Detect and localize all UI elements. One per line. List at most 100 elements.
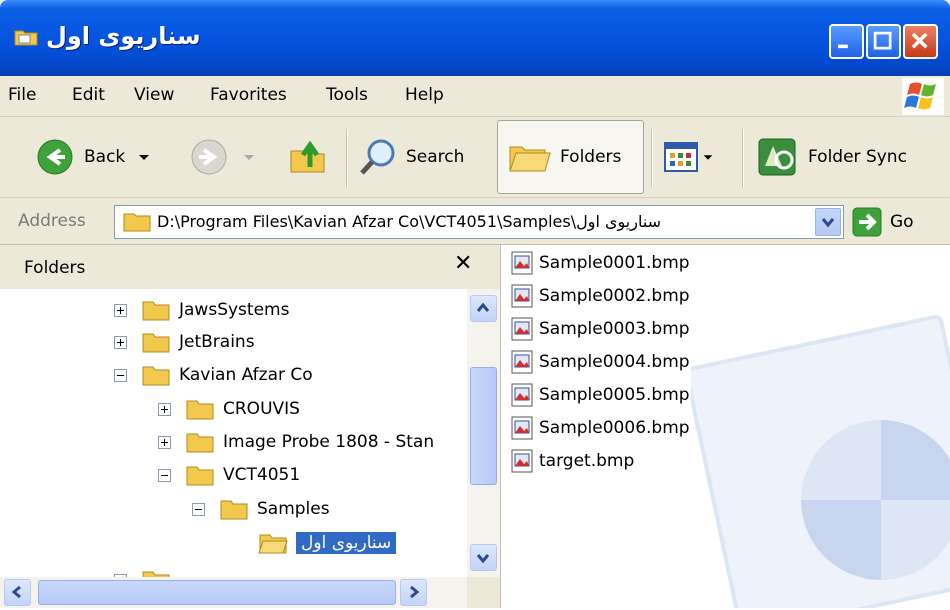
file-item[interactable]: Sample0004.bmp [509,346,690,378]
folder-icon [123,213,151,232]
tree-label: Samples [257,499,330,519]
up-folder-button[interactable] [288,117,328,197]
tree-node-kavian-afzar-co[interactable]: Kavian Afzar Co [114,359,313,391]
back-button[interactable]: Back [36,117,151,197]
forward-button[interactable] [190,117,256,197]
scroll-down-button[interactable] [470,544,497,571]
maximize-button[interactable] [866,24,901,59]
address-input[interactable]: D:\Program Files\Kavian Afzar Co\VCT4051… [114,205,844,239]
tree-node-selected[interactable]: سناریوی اول [258,527,397,559]
folders-label: Folders [560,147,622,167]
tree-node-samples[interactable]: Samples [192,493,330,525]
collapse-icon[interactable] [114,368,127,382]
chevron-down-icon[interactable] [242,152,256,162]
menu-edit[interactable]: Edit [72,85,105,105]
bitmap-file-icon [511,449,533,473]
file-name: Sample0002.bmp [539,286,690,306]
tree-node-jetbrains[interactable]: JetBrains [114,326,255,358]
chevron-left-icon [11,585,21,599]
menu-tools[interactable]: Tools [326,85,368,105]
file-name: Sample0004.bmp [539,352,690,372]
horizontal-scrollbar[interactable] [0,577,467,608]
tree-node-image-probe[interactable]: Image Probe 1808 - Stan [158,426,434,458]
scroll-thumb[interactable] [470,367,497,485]
scroll-up-button[interactable] [470,295,497,322]
file-item[interactable]: target.bmp [509,445,634,477]
chevron-down-icon[interactable] [702,152,714,162]
toolbar-separator [742,129,744,187]
tree-label: VCT4051 [223,465,301,485]
chevron-down-icon[interactable] [137,152,151,162]
expand-icon[interactable] [114,335,127,349]
tree-label: CROUVIS [223,399,300,419]
search-icon [360,139,395,175]
close-icon[interactable]: ✕ [454,251,472,276]
bitmap-file-icon [511,416,533,440]
folder-sync-button[interactable]: Folder Sync [756,117,907,197]
chevron-down-icon [476,554,490,564]
folder-tree[interactable]: JawsSystems JetBrains Kavian Afzar Co CR… [0,289,467,577]
tree-label: JetBrains [179,332,255,352]
tree-node-jawssystems[interactable]: JawsSystems [114,294,289,326]
address-label: Address [18,211,86,231]
tree-node-vct4051[interactable]: VCT4051 [158,459,300,491]
forward-arrow-icon [191,139,227,175]
expand-icon[interactable] [158,435,171,449]
address-path: D:\Program Files\Kavian Afzar Co\VCT4051… [157,212,662,231]
menu-favorites[interactable]: Favorites [210,85,287,105]
bitmap-file-icon [511,251,533,275]
minimize-button[interactable] [829,24,864,59]
go-button[interactable]: Go [852,207,914,237]
collapse-icon[interactable] [192,502,205,516]
maximize-icon [873,31,892,50]
scroll-thumb[interactable] [38,580,396,605]
collapse-icon[interactable] [158,468,171,482]
menu-view[interactable]: View [134,85,174,105]
scrollbar-corner [467,577,500,608]
vertical-scrollbar[interactable] [467,289,500,577]
address-dropdown-button[interactable] [815,208,841,236]
tree-node-crouvis[interactable]: CROUVIS [158,393,300,425]
scroll-left-button[interactable] [4,579,31,606]
folder-icon [142,366,170,386]
folders-pane-header: Folders ✕ [0,245,500,289]
folder-sync-label: Folder Sync [808,147,907,167]
file-item[interactable]: Sample0003.bmp [509,313,690,345]
menu-help[interactable]: Help [405,85,444,105]
file-item[interactable]: Sample0006.bmp [509,412,690,444]
expand-icon[interactable] [158,402,171,416]
toolbar-separator [346,129,348,187]
views-button[interactable] [664,117,714,197]
back-label: Back [84,147,126,167]
title-bar[interactable]: سناریوی اول [0,0,950,76]
folders-button-content[interactable]: Folders [508,117,621,197]
explorer-window: سناریوی اول File Edit View Favorites Too… [0,0,950,608]
windows-logo-icon [902,78,944,115]
menu-file[interactable]: File [8,85,36,105]
file-name: Sample0005.bmp [539,385,690,405]
bitmap-file-icon [511,383,533,407]
back-arrow-icon [37,139,73,175]
open-folder-icon [258,534,288,554]
folders-pane: Folders ✕ JawsSystems JetBrains Kavian A… [0,245,501,608]
search-button[interactable]: Search [358,117,464,197]
file-name: target.bmp [539,451,635,471]
folder-icon [142,301,170,321]
tree-label: Kavian Afzar Co [179,365,313,385]
close-button[interactable] [903,24,938,59]
folders-icon [509,146,551,172]
file-item[interactable]: Sample0005.bmp [509,379,690,411]
tree-node-partial[interactable] [114,564,179,577]
close-icon [911,32,928,49]
chevron-down-icon [821,218,835,228]
views-icon [664,142,698,172]
chevron-up-icon [476,302,490,312]
expand-icon[interactable] [114,303,127,317]
file-item[interactable]: Sample0001.bmp [509,247,690,279]
folder-icon [186,466,214,486]
tree-label: سناریوی اول [296,532,397,554]
folder-icon [186,400,214,420]
file-item[interactable]: Sample0002.bmp [509,280,690,312]
scroll-right-button[interactable] [400,579,427,606]
file-list[interactable]: Sample0001.bmp Sample0002.bmp Sample0003… [501,245,950,608]
